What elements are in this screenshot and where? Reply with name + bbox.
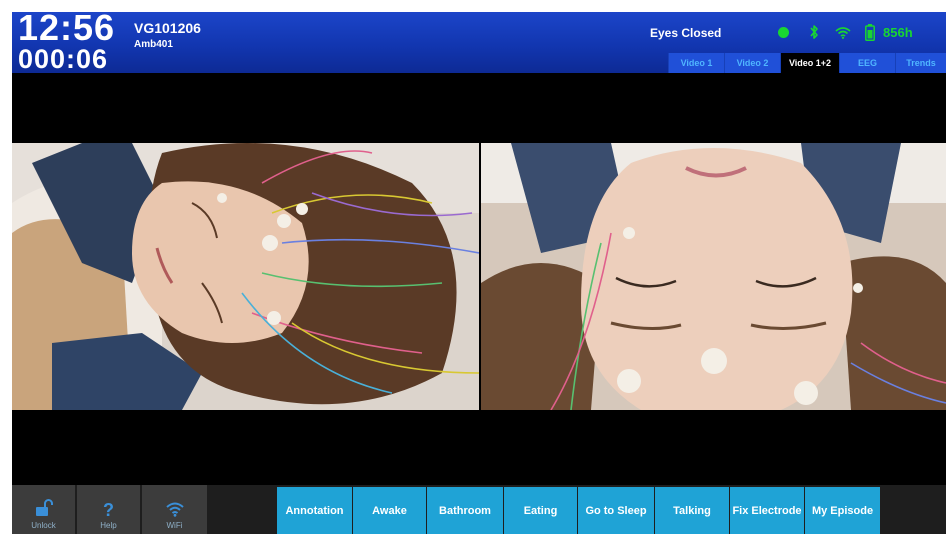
- view-tabs: Video 1 Video 2 Video 1+2 EEG Trends: [668, 53, 946, 73]
- go-to-sleep-button[interactable]: Go to Sleep: [578, 487, 654, 534]
- status-icons: 856h: [772, 21, 913, 43]
- bluetooth-icon: [809, 24, 819, 40]
- video-feed-1: [12, 143, 479, 410]
- help-icon: ?: [103, 500, 114, 520]
- battery-icon: [865, 23, 875, 41]
- tab-video-1-2[interactable]: Video 1+2: [780, 53, 839, 73]
- unlock-button[interactable]: Unlock: [12, 485, 76, 534]
- tab-video-2[interactable]: Video 2: [724, 53, 780, 73]
- unlock-label: Unlock: [31, 521, 56, 530]
- help-label: Help: [100, 521, 117, 530]
- my-episode-button[interactable]: My Episode: [805, 487, 880, 534]
- patient-id: VG101206: [134, 20, 201, 36]
- clock: 12:56: [18, 12, 116, 48]
- device-id: Amb401: [134, 39, 173, 50]
- header-bar: 12:56 000:06 VG101206 Amb401 Eyes Closed: [12, 12, 946, 73]
- bottom-toolbar: Unlock ? Help WiFi Annotation Awake Bath…: [12, 485, 946, 534]
- eeg-recorder-screen: 12:56 000:06 VG101206 Amb401 Eyes Closed: [12, 12, 946, 534]
- bathroom-button[interactable]: Bathroom: [427, 487, 503, 534]
- awake-button[interactable]: Awake: [353, 487, 426, 534]
- talking-button[interactable]: Talking: [655, 487, 729, 534]
- wifi-icon: [835, 26, 851, 39]
- patient-state: Eyes Closed: [650, 26, 722, 40]
- wifi-button[interactable]: WiFi: [142, 485, 208, 534]
- eating-button[interactable]: Eating: [504, 487, 577, 534]
- tab-video-1[interactable]: Video 1: [668, 53, 724, 73]
- tab-eeg[interactable]: EEG: [839, 53, 895, 73]
- wifi-label: WiFi: [166, 521, 183, 530]
- battery-remaining: 856h: [883, 24, 913, 40]
- fix-electrode-button[interactable]: Fix Electrode: [730, 487, 804, 534]
- unlock-icon: [35, 499, 53, 519]
- tab-trends[interactable]: Trends: [895, 53, 946, 73]
- video-feed-2: [481, 143, 946, 410]
- annotation-button[interactable]: Annotation: [277, 487, 352, 534]
- help-button[interactable]: ? Help: [77, 485, 141, 534]
- elapsed-timer: 000:06: [18, 44, 109, 74]
- wifi-icon: [165, 501, 184, 519]
- recording-indicator: [778, 26, 789, 38]
